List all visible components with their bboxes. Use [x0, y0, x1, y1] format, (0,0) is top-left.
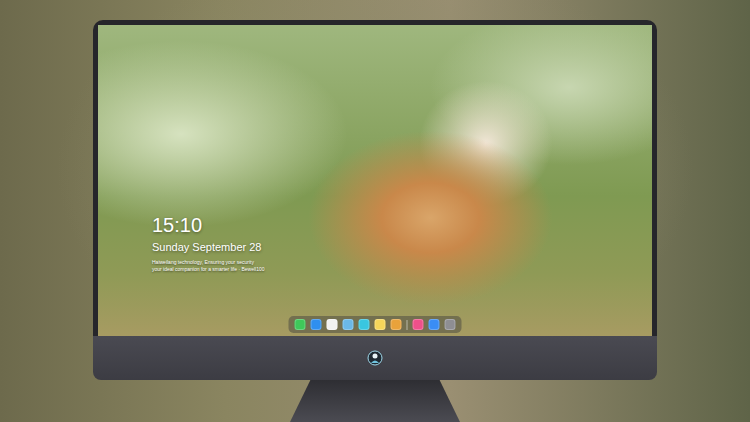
- dock: [289, 316, 462, 333]
- monitor-chin: [93, 336, 657, 380]
- app-icon[interactable]: [413, 319, 424, 330]
- app-icon[interactable]: [295, 319, 306, 330]
- app-icon[interactable]: [391, 319, 402, 330]
- page: 15:10 Sunday September 28 Haiweilang techn…: [0, 0, 750, 422]
- caption-line: your ideal companion for a smarter life …: [152, 266, 652, 273]
- app-icon[interactable]: [343, 319, 354, 330]
- dock-separator: [407, 320, 408, 330]
- monitor: 15:10 Sunday September 28 Haiweilang techn…: [93, 20, 657, 422]
- app-icon[interactable]: [445, 319, 456, 330]
- brand-logo-icon: [367, 350, 383, 366]
- caption-line: Haiweilang technology, Ensuring your sec…: [152, 259, 652, 266]
- lock-overlay: 15:10 Sunday September 28 Haiweilang techn…: [98, 25, 652, 336]
- app-icon[interactable]: [429, 319, 440, 330]
- monitor-stand: [290, 380, 460, 422]
- date: Sunday September 28: [152, 241, 652, 253]
- clock: 15:10: [152, 214, 652, 236]
- bezel: 15:10 Sunday September 28 Haiweilang techn…: [93, 20, 657, 336]
- caption: Haiweilang technology, Ensuring your sec…: [152, 259, 652, 272]
- app-icon[interactable]: [359, 319, 370, 330]
- wallpaper: 15:10 Sunday September 28 Haiweilang techn…: [98, 25, 652, 336]
- app-icon[interactable]: [311, 319, 322, 330]
- app-icon[interactable]: [327, 319, 338, 330]
- app-icon[interactable]: [375, 319, 386, 330]
